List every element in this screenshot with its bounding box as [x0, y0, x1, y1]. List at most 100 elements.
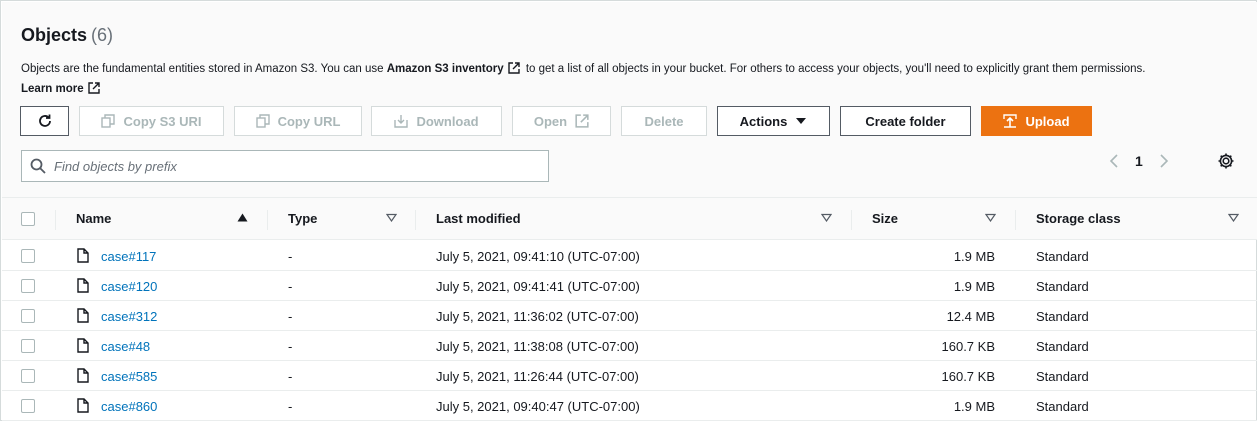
table-row[interactable]: case#120 - July 5, 2021, 09:41:41 (UTC-0…	[2, 271, 1257, 301]
object-last-modified: July 5, 2021, 11:26:44 (UTC-07:00)	[436, 369, 639, 384]
download-label: Download	[416, 113, 479, 129]
object-name-link[interactable]: case#860	[101, 399, 157, 414]
caret-down-icon	[796, 118, 807, 124]
object-storage-class: Standard	[1036, 249, 1089, 264]
search-icon	[30, 158, 46, 174]
create-folder-label: Create folder	[865, 113, 946, 129]
chevron-right-icon[interactable]	[1159, 153, 1169, 169]
object-type: -	[288, 399, 293, 414]
object-type: -	[288, 249, 293, 264]
select-all-checkbox[interactable]	[21, 212, 35, 226]
table-row[interactable]: case#860 - July 5, 2021, 09:40:47 (UTC-0…	[2, 391, 1257, 421]
objects-title-text: Objects	[21, 25, 88, 45]
table-row[interactable]: case#117 - July 5, 2021, 09:41:10 (UTC-0…	[2, 241, 1257, 271]
object-storage-class: Standard	[1036, 309, 1089, 324]
object-last-modified: July 5, 2021, 09:40:47 (UTC-07:00)	[436, 399, 640, 414]
object-last-modified: July 5, 2021, 11:38:08 (UTC-07:00)	[436, 339, 639, 354]
upload-button[interactable]: Upload	[981, 106, 1092, 136]
object-last-modified: July 5, 2021, 09:41:10 (UTC-07:00)	[436, 249, 640, 264]
inventory-link[interactable]: Amazon S3 inventory	[387, 63, 504, 75]
row-checkbox[interactable]	[21, 339, 35, 353]
object-type: -	[288, 279, 293, 294]
object-type: -	[288, 339, 293, 354]
learn-more-link[interactable]: Learn more	[21, 83, 84, 95]
delete-button[interactable]: Delete	[621, 106, 707, 136]
file-icon	[77, 338, 89, 353]
sort-asc-icon[interactable]	[237, 213, 248, 222]
object-name-link[interactable]: case#117	[101, 249, 156, 264]
external-link-icon	[575, 114, 589, 128]
column-divider	[415, 210, 416, 230]
table-header: Name Type Last modified Size Storage cla…	[2, 197, 1257, 240]
copy-icon	[255, 114, 270, 128]
column-divider	[851, 210, 852, 230]
object-type: -	[288, 369, 293, 384]
search-box	[21, 150, 549, 182]
file-icon	[77, 248, 89, 263]
upload-icon	[1003, 114, 1018, 128]
object-size: 1.9 MB	[953, 279, 995, 294]
column-divider	[55, 210, 56, 230]
file-icon	[77, 278, 89, 293]
column-header-size[interactable]: Size	[872, 211, 898, 226]
create-folder-button[interactable]: Create folder	[840, 106, 971, 136]
column-divider	[1015, 210, 1016, 230]
actions-label: Actions	[739, 113, 788, 129]
row-checkbox[interactable]	[21, 309, 35, 323]
row-checkbox[interactable]	[21, 399, 35, 413]
copy-url-label: Copy URL	[277, 113, 341, 129]
table-row[interactable]: case#48 - July 5, 2021, 11:38:08 (UTC-07…	[2, 331, 1257, 361]
objects-panel: Objects (6) Objects are the fundamental e…	[0, 0, 1257, 421]
file-icon	[77, 398, 89, 413]
objects-count: (6)	[91, 25, 114, 45]
external-link-icon[interactable]	[507, 62, 520, 74]
row-checkbox[interactable]	[21, 369, 35, 383]
object-size: 12.4 MB	[946, 309, 995, 324]
download-icon	[394, 115, 409, 128]
column-header-name[interactable]: Name	[76, 211, 111, 226]
actions-button[interactable]: Actions	[717, 106, 830, 136]
column-header-last-modified[interactable]: Last modified	[436, 211, 521, 226]
delete-label: Delete	[644, 113, 684, 129]
file-icon	[77, 368, 89, 383]
object-last-modified: July 5, 2021, 09:41:41 (UTC-07:00)	[436, 279, 640, 294]
page-number[interactable]: 1	[1135, 153, 1143, 169]
object-storage-class: Standard	[1036, 369, 1089, 384]
table-row[interactable]: case#312 - July 5, 2021, 11:36:02 (UTC-0…	[2, 301, 1257, 331]
refresh-icon	[38, 114, 51, 127]
table-row[interactable]: case#585 - July 5, 2021, 11:26:44 (UTC-0…	[2, 361, 1257, 391]
objects-title: Objects (6)	[21, 25, 113, 46]
row-checkbox[interactable]	[21, 249, 35, 263]
sort-desc-icon[interactable]	[386, 213, 397, 222]
object-name-link[interactable]: case#312	[101, 309, 157, 324]
external-link-icon[interactable]	[87, 82, 100, 94]
copy-url-button[interactable]: Copy URL	[234, 106, 362, 136]
description-text-post: to get a list of all objects in your buc…	[525, 63, 1146, 75]
objects-description: Objects are the fundamental entities sto…	[21, 59, 1241, 99]
copy-s3-uri-button[interactable]: Copy S3 URI	[79, 106, 224, 136]
object-name-link[interactable]: case#585	[101, 369, 157, 384]
object-size: 1.9 MB	[953, 249, 995, 264]
copy-s3-uri-label: Copy S3 URI	[123, 113, 202, 129]
download-button[interactable]: Download	[371, 106, 502, 136]
object-storage-class: Standard	[1036, 339, 1089, 354]
object-storage-class: Standard	[1036, 399, 1089, 414]
chevron-left-icon[interactable]	[1109, 153, 1119, 169]
open-button[interactable]: Open	[512, 106, 611, 136]
row-checkbox[interactable]	[21, 279, 35, 293]
column-header-storage-class[interactable]: Storage class	[1036, 211, 1121, 226]
file-icon	[77, 308, 89, 323]
search-input[interactable]	[54, 158, 534, 174]
column-divider	[267, 210, 268, 230]
copy-icon	[101, 114, 116, 128]
object-name-link[interactable]: case#120	[101, 279, 157, 294]
object-name-link[interactable]: case#48	[101, 339, 150, 354]
object-storage-class: Standard	[1036, 279, 1089, 294]
sort-desc-icon[interactable]	[821, 213, 832, 222]
column-header-type[interactable]: Type	[288, 211, 317, 226]
sort-desc-icon[interactable]	[985, 213, 996, 222]
sort-desc-icon[interactable]	[1228, 213, 1239, 222]
refresh-button[interactable]	[20, 106, 69, 136]
object-size: 160.7 KB	[941, 369, 996, 384]
gear-icon[interactable]	[1216, 151, 1236, 171]
